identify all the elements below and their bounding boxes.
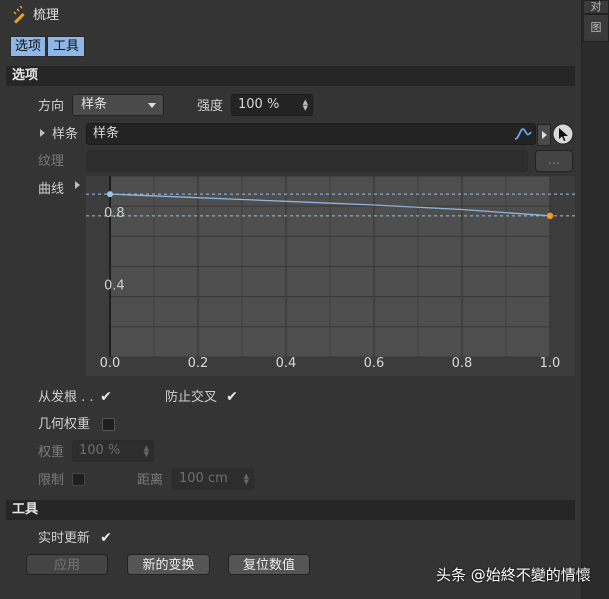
spline-link-field[interactable]: 样条 <box>86 123 536 145</box>
realtime-update-label: 实时更新 <box>38 531 91 546</box>
distance-input[interactable]: 100 cm ▲ ▼ <box>172 468 254 490</box>
x-tick-label: 0.0 <box>100 356 121 371</box>
weight-input[interactable]: 100 % ▲ ▼ <box>72 440 154 462</box>
spinner-arrows-icon[interactable]: ▲ ▼ <box>244 473 249 486</box>
strip-tab-1[interactable]: 对 <box>583 0 609 14</box>
new-transform-button[interactable]: 新的变换 <box>127 554 210 575</box>
geometry-weight-checkbox[interactable] <box>102 418 115 431</box>
strength-input[interactable]: 100 % ▲ ▼ <box>231 94 313 116</box>
watermark: 头条 @始終不變的情懷 <box>436 566 591 584</box>
spline-icon <box>514 126 532 142</box>
curve-chart[interactable]: 0.8 0.4 0.0 0.2 0.4 0.6 0.8 1.0 <box>86 176 575 376</box>
texture-link-field[interactable] <box>86 150 528 172</box>
from-root-checkbox[interactable]: ✔ <box>99 390 113 404</box>
tool-title: 梳理 <box>33 8 60 23</box>
curve-start-point[interactable] <box>107 191 113 198</box>
expand-arrow-icon[interactable] <box>40 129 45 137</box>
x-tick-label: 0.8 <box>452 356 473 371</box>
direction-dropdown[interactable]: 样条 <box>72 94 164 116</box>
apply-button[interactable]: 应用 <box>26 554 108 575</box>
tab-tools[interactable]: 工具 <box>47 36 85 57</box>
x-tick-label: 0.4 <box>276 356 297 371</box>
distance-value: 100 cm <box>179 471 228 486</box>
link-menu-button[interactable] <box>537 124 551 146</box>
curve-label: 曲线 <box>38 182 65 197</box>
weight-value: 100 % <box>79 443 121 458</box>
from-root-label: 从发根 . . <box>38 390 94 405</box>
pick-object-icon[interactable] <box>552 123 574 145</box>
comb-tool-icon <box>11 5 29 24</box>
geometry-weight-label: 几何权重 <box>38 417 91 432</box>
realtime-update-checkbox[interactable]: ✔ <box>99 531 113 545</box>
strength-value: 100 % <box>238 97 280 112</box>
limit-label: 限制 <box>38 473 65 488</box>
texture-label: 纹理 <box>38 154 65 169</box>
y-tick-label: 0.4 <box>104 279 125 294</box>
x-tick-label: 1.0 <box>540 356 561 371</box>
curve-expand-icon[interactable] <box>75 181 80 189</box>
tab-options[interactable]: 选项 <box>10 36 46 57</box>
direction-value: 样条 <box>81 97 108 112</box>
chevron-down-icon <box>148 103 156 108</box>
options-section-header[interactable]: 选项 <box>6 66 575 86</box>
prevent-cross-label: 防止交叉 <box>165 390 218 405</box>
direction-label: 方向 <box>38 99 65 114</box>
right-panel-strip <box>581 0 609 599</box>
weight-label: 权重 <box>38 445 65 460</box>
texture-browse-button[interactable]: ... <box>535 150 573 172</box>
spline-label: 样条 <box>52 127 79 142</box>
spinner-arrows-icon[interactable]: ▲ ▼ <box>144 445 149 458</box>
prevent-cross-checkbox[interactable]: ✔ <box>225 390 239 404</box>
distance-label: 距离 <box>137 473 164 488</box>
spinner-arrows-icon[interactable]: ▲ ▼ <box>303 99 308 112</box>
tools-section-header[interactable]: 工具 <box>6 500 575 520</box>
reset-values-button[interactable]: 复位数值 <box>228 554 310 575</box>
curve-end-point[interactable] <box>546 212 554 220</box>
strength-label: 强度 <box>197 99 224 114</box>
y-tick-label: 0.8 <box>104 206 125 221</box>
limit-checkbox[interactable] <box>72 473 85 486</box>
spline-value: 样条 <box>93 126 120 141</box>
x-tick-label: 0.6 <box>364 356 385 371</box>
strip-tab-2[interactable]: 图 <box>583 14 609 42</box>
x-tick-label: 0.2 <box>188 356 209 371</box>
